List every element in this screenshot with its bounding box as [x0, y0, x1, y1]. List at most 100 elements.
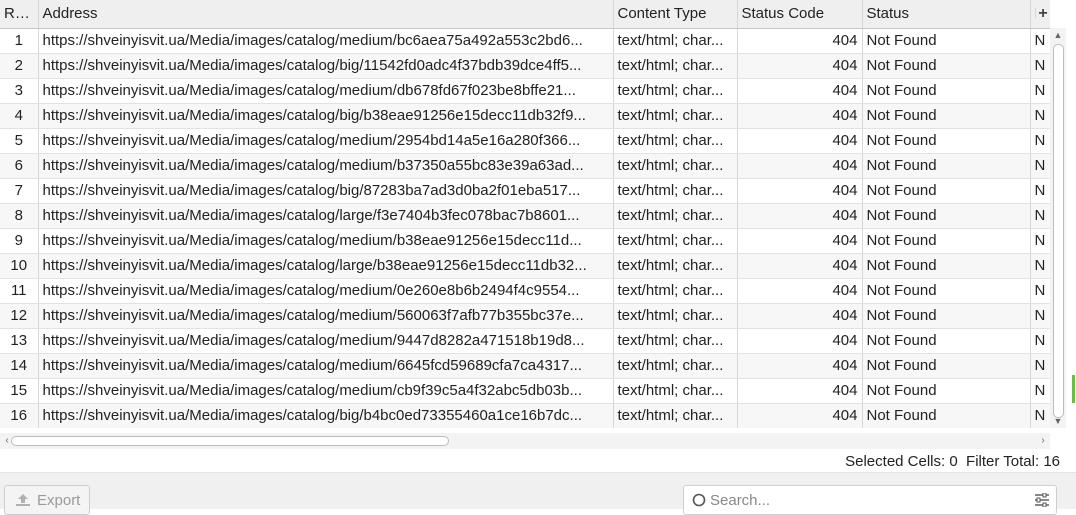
status-code-cell[interactable]: 404 — [737, 253, 863, 279]
status-cell[interactable]: Not Found — [862, 203, 1031, 229]
address-cell[interactable]: https://shveinyisvit.ua/Media/images/cat… — [38, 328, 614, 354]
content-type-cell[interactable]: text/html; char... — [613, 78, 738, 104]
address-cell[interactable]: https://shveinyisvit.ua/Media/images/cat… — [38, 203, 614, 229]
table-row[interactable]: 16 https://shveinyisvit.ua/Media/images/c… — [0, 403, 1050, 428]
row-number-cell[interactable]: 2 — [0, 53, 39, 79]
status-cell[interactable]: Not Found — [862, 253, 1031, 279]
status-cell[interactable]: Not Found — [862, 378, 1031, 404]
status-code-cell[interactable]: 404 — [737, 353, 863, 379]
table-row[interactable]: 7 https://shveinyisvit.ua/Media/images/ca… — [0, 178, 1050, 204]
indexability-cell[interactable]: N — [1030, 153, 1050, 179]
status-code-cell[interactable]: 404 — [737, 153, 863, 179]
address-cell[interactable]: https://shveinyisvit.ua/Media/images/cat… — [38, 353, 614, 379]
column-header-address[interactable]: Address — [38, 0, 614, 29]
address-cell[interactable]: https://shveinyisvit.ua/Media/images/cat… — [38, 378, 614, 404]
row-number-cell[interactable]: 13 — [0, 328, 39, 354]
row-number-cell[interactable]: 14 — [0, 353, 39, 379]
status-cell[interactable]: Not Found — [862, 228, 1031, 254]
status-cell[interactable]: Not Found — [862, 128, 1031, 154]
content-type-cell[interactable]: text/html; char... — [613, 128, 738, 154]
vertical-scroll-thumb[interactable] — [1053, 44, 1064, 418]
row-number-cell[interactable]: 8 — [0, 203, 39, 229]
table-row[interactable]: 10 https://shveinyisvit.ua/Media/images/c… — [0, 253, 1050, 279]
address-cell[interactable]: https://shveinyisvit.ua/Media/images/cat… — [38, 303, 614, 329]
address-cell[interactable]: https://shveinyisvit.ua/Media/images/cat… — [38, 103, 614, 129]
row-number-cell[interactable]: 15 — [0, 378, 39, 404]
row-number-cell[interactable]: 9 — [0, 228, 39, 254]
vertical-scrollbar[interactable]: ▲ ▼ — [1050, 28, 1066, 428]
status-cell[interactable]: Not Found — [862, 328, 1031, 354]
address-cell[interactable]: https://shveinyisvit.ua/Media/images/cat… — [38, 128, 614, 154]
table-row[interactable]: 2 https://shveinyisvit.ua/Media/images/ca… — [0, 53, 1050, 79]
table-row[interactable]: 8 https://shveinyisvit.ua/Media/images/ca… — [0, 203, 1050, 229]
status-code-cell[interactable]: 404 — [737, 78, 863, 104]
status-cell[interactable]: Not Found — [862, 178, 1031, 204]
horizontal-scroll-thumb[interactable] — [11, 436, 449, 446]
row-number-cell[interactable]: 4 — [0, 103, 39, 129]
address-cell[interactable]: https://shveinyisvit.ua/Media/images/cat… — [38, 253, 614, 279]
content-type-cell[interactable]: text/html; char... — [613, 103, 738, 129]
scroll-right-icon[interactable]: › — [1036, 433, 1050, 449]
status-code-cell[interactable]: 404 — [737, 53, 863, 79]
content-type-cell[interactable]: text/html; char... — [613, 228, 738, 254]
indexability-cell[interactable]: N — [1030, 228, 1050, 254]
table-row[interactable]: 3 https://shveinyisvit.ua/Media/images/ca… — [0, 78, 1050, 104]
table-row[interactable]: 4 https://shveinyisvit.ua/Media/images/ca… — [0, 103, 1050, 129]
indexability-cell[interactable]: N — [1030, 253, 1050, 279]
row-number-cell[interactable]: 6 — [0, 153, 39, 179]
status-code-cell[interactable]: 404 — [737, 378, 863, 404]
table-row[interactable]: 13 https://shveinyisvit.ua/Media/images/c… — [0, 328, 1050, 354]
search-box[interactable] — [683, 485, 1057, 515]
content-type-cell[interactable]: text/html; char... — [613, 303, 738, 329]
horizontal-scrollbar[interactable]: ‹ › — [0, 433, 1050, 449]
indexability-cell[interactable]: N — [1030, 378, 1050, 404]
scroll-down-icon[interactable]: ▼ — [1050, 414, 1066, 428]
content-type-cell[interactable]: text/html; char... — [613, 28, 738, 54]
address-cell[interactable]: https://shveinyisvit.ua/Media/images/cat… — [38, 403, 614, 428]
column-header-row[interactable]: Row — [0, 0, 39, 29]
table-row[interactable]: 9 https://shveinyisvit.ua/Media/images/ca… — [0, 228, 1050, 254]
indexability-cell[interactable]: N — [1030, 403, 1050, 428]
status-code-cell[interactable]: 404 — [737, 303, 863, 329]
status-code-cell[interactable]: 404 — [737, 203, 863, 229]
search-input[interactable] — [706, 491, 1010, 509]
indexability-cell[interactable]: N — [1030, 328, 1050, 354]
table-row[interactable]: 1 https://shveinyisvit.ua/Media/images/ca… — [0, 28, 1050, 54]
content-type-cell[interactable]: text/html; char... — [613, 153, 738, 179]
column-header-status-code[interactable]: Status Code — [737, 0, 863, 29]
indexability-cell[interactable]: N — [1030, 53, 1050, 79]
address-cell[interactable]: https://shveinyisvit.ua/Media/images/cat… — [38, 228, 614, 254]
row-number-cell[interactable]: 3 — [0, 78, 39, 104]
status-code-cell[interactable]: 404 — [737, 278, 863, 304]
content-type-cell[interactable]: text/html; char... — [613, 278, 738, 304]
address-cell[interactable]: https://shveinyisvit.ua/Media/images/cat… — [38, 78, 614, 104]
row-number-cell[interactable]: 1 — [0, 28, 39, 54]
table-row[interactable]: 6 https://shveinyisvit.ua/Media/images/ca… — [0, 153, 1050, 179]
column-header-status[interactable]: Status — [862, 0, 1031, 29]
status-cell[interactable]: Not Found — [862, 53, 1031, 79]
status-cell[interactable]: Not Found — [862, 303, 1031, 329]
address-cell[interactable]: https://shveinyisvit.ua/Media/images/cat… — [38, 153, 614, 179]
row-number-cell[interactable]: 7 — [0, 178, 39, 204]
indexability-cell[interactable]: N — [1030, 353, 1050, 379]
address-cell[interactable]: https://shveinyisvit.ua/Media/images/cat… — [38, 278, 614, 304]
status-cell[interactable]: Not Found — [862, 403, 1031, 428]
status-cell[interactable]: Not Found — [862, 153, 1031, 179]
address-cell[interactable]: https://shveinyisvit.ua/Media/images/cat… — [38, 178, 614, 204]
content-type-cell[interactable]: text/html; char... — [613, 403, 738, 428]
status-code-cell[interactable]: 404 — [737, 103, 863, 129]
add-column-button[interactable]: + — [1036, 0, 1050, 28]
status-cell[interactable]: Not Found — [862, 278, 1031, 304]
content-type-cell[interactable]: text/html; char... — [613, 203, 738, 229]
content-type-cell[interactable]: text/html; char... — [613, 328, 738, 354]
table-row[interactable]: 14 https://shveinyisvit.ua/Media/images/c… — [0, 353, 1050, 379]
indexability-cell[interactable]: N — [1030, 78, 1050, 104]
scroll-up-icon[interactable]: ▲ — [1050, 28, 1066, 42]
status-code-cell[interactable]: 404 — [737, 403, 863, 428]
indexability-cell[interactable]: N — [1030, 278, 1050, 304]
indexability-cell[interactable]: N — [1030, 178, 1050, 204]
content-type-cell[interactable]: text/html; char... — [613, 353, 738, 379]
status-cell[interactable]: Not Found — [862, 103, 1031, 129]
row-number-cell[interactable]: 5 — [0, 128, 39, 154]
status-code-cell[interactable]: 404 — [737, 328, 863, 354]
